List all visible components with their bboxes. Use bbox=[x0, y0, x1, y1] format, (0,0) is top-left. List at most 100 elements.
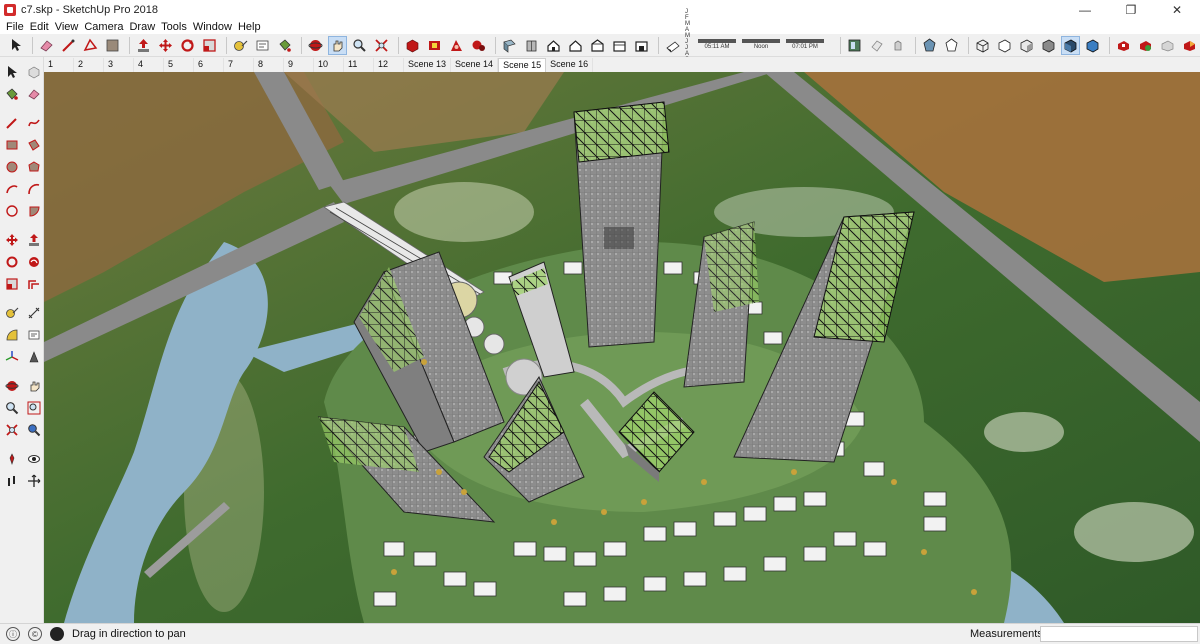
scene-tab-10[interactable]: 10 bbox=[314, 58, 344, 72]
layout-icon[interactable] bbox=[447, 36, 466, 55]
zoom-extents-icon[interactable] bbox=[372, 36, 391, 55]
plugin-red-icon[interactable] bbox=[1114, 36, 1133, 55]
scene-tab-7[interactable]: 7 bbox=[224, 58, 254, 72]
eraser-icon[interactable] bbox=[37, 36, 56, 55]
three-point-arc-icon[interactable] bbox=[2, 202, 22, 220]
model-viewport[interactable] bbox=[44, 72, 1200, 623]
scene-tab-5[interactable]: 5 bbox=[164, 58, 194, 72]
zoom-window-icon[interactable] bbox=[24, 399, 44, 417]
iso-view-icon[interactable] bbox=[522, 36, 541, 55]
x-ray-icon[interactable] bbox=[920, 36, 939, 55]
scene-tab-6[interactable]: 6 bbox=[194, 58, 224, 72]
time-slider-end[interactable] bbox=[786, 39, 824, 43]
select-icon[interactable] bbox=[2, 63, 22, 81]
scene-tab-14[interactable]: Scene 14 bbox=[451, 58, 499, 72]
offset-icon[interactable] bbox=[24, 275, 44, 293]
position-camera-icon[interactable] bbox=[2, 450, 22, 468]
axes-icon[interactable] bbox=[2, 348, 22, 366]
scale-icon[interactable] bbox=[200, 36, 219, 55]
orbit-icon[interactable] bbox=[306, 36, 325, 55]
scene-tab-16[interactable]: Scene 16 bbox=[546, 58, 594, 72]
menu-draw[interactable]: Draw bbox=[126, 21, 158, 33]
close-button[interactable]: ✕ bbox=[1154, 0, 1200, 19]
scene-tab-9[interactable]: 9 bbox=[284, 58, 314, 72]
scene-tab-4[interactable]: 4 bbox=[134, 58, 164, 72]
select-icon[interactable] bbox=[6, 36, 25, 55]
menu-camera[interactable]: Camera bbox=[81, 21, 126, 33]
line-icon[interactable] bbox=[2, 114, 22, 132]
orbit-icon[interactable] bbox=[2, 377, 22, 395]
scene-tab-2[interactable]: 2 bbox=[74, 58, 104, 72]
two-point-arc-icon[interactable] bbox=[24, 180, 44, 198]
hidden-line-icon[interactable] bbox=[995, 36, 1014, 55]
scene-tab-13[interactable]: Scene 13 bbox=[404, 58, 452, 72]
freehand-icon[interactable] bbox=[24, 114, 44, 132]
arc-icon[interactable] bbox=[2, 180, 22, 198]
group-icon[interactable] bbox=[889, 36, 908, 55]
pan-icon[interactable] bbox=[328, 35, 347, 55]
polygon-icon[interactable] bbox=[24, 158, 44, 176]
menu-help[interactable]: Help bbox=[235, 21, 264, 33]
shapes-icon[interactable] bbox=[81, 36, 100, 55]
section-plane-icon[interactable] bbox=[500, 36, 519, 55]
scale-icon[interactable] bbox=[2, 275, 22, 293]
line-icon[interactable] bbox=[59, 36, 78, 55]
menu-view[interactable]: View bbox=[52, 21, 82, 33]
push-pull-icon[interactable] bbox=[134, 36, 153, 55]
menu-window[interactable]: Window bbox=[190, 21, 235, 33]
component-icon[interactable] bbox=[867, 36, 886, 55]
measurements-input[interactable] bbox=[1040, 626, 1198, 642]
push-pull-icon[interactable] bbox=[24, 231, 44, 249]
look-around-icon[interactable] bbox=[24, 450, 44, 468]
section-plane-icon[interactable] bbox=[24, 472, 44, 490]
geo-location-icon[interactable]: © bbox=[28, 627, 42, 641]
user-account-icon[interactable] bbox=[50, 627, 64, 641]
front-view-icon[interactable] bbox=[566, 36, 585, 55]
top-view-icon[interactable] bbox=[544, 36, 563, 55]
extension-manager-icon[interactable] bbox=[469, 36, 488, 55]
menu-edit[interactable]: Edit bbox=[27, 21, 52, 33]
scene-tab-12[interactable]: 12 bbox=[374, 58, 404, 72]
plugin-gray-icon[interactable] bbox=[1158, 36, 1177, 55]
wireframe-icon[interactable] bbox=[973, 36, 992, 55]
move-icon[interactable] bbox=[2, 231, 22, 249]
shadows-icon[interactable] bbox=[663, 36, 682, 55]
paint-bucket-icon[interactable] bbox=[275, 36, 294, 55]
paint-bucket-icon[interactable] bbox=[2, 85, 22, 103]
paint-icon[interactable] bbox=[103, 36, 122, 55]
follow-me-icon[interactable] bbox=[24, 253, 44, 271]
info-icon[interactable]: ⓘ bbox=[6, 627, 20, 641]
walk-icon[interactable] bbox=[2, 472, 22, 490]
plugin-green-icon[interactable] bbox=[1136, 36, 1155, 55]
move-icon[interactable] bbox=[156, 36, 175, 55]
menu-file[interactable]: File bbox=[3, 21, 27, 33]
tape-measure-icon[interactable] bbox=[231, 36, 250, 55]
previous-view-icon[interactable] bbox=[24, 421, 44, 439]
shaded-icon[interactable] bbox=[1017, 36, 1036, 55]
make-component-icon[interactable] bbox=[24, 63, 44, 81]
time-slider-noon[interactable] bbox=[742, 39, 780, 43]
zoom-icon[interactable] bbox=[2, 399, 22, 417]
scene-tab-1[interactable]: 1 bbox=[44, 58, 74, 72]
3d-warehouse-icon[interactable] bbox=[403, 36, 422, 55]
monochrome-icon[interactable] bbox=[1083, 36, 1102, 55]
eraser-icon[interactable] bbox=[24, 85, 44, 103]
menu-tools[interactable]: Tools bbox=[158, 21, 190, 33]
rectangle-icon[interactable] bbox=[2, 136, 22, 154]
minimize-button[interactable]: — bbox=[1062, 0, 1108, 19]
zoom-icon[interactable] bbox=[350, 36, 369, 55]
left-view-icon[interactable] bbox=[632, 36, 651, 55]
rotated-rectangle-icon[interactable] bbox=[24, 136, 44, 154]
maximize-button[interactable]: ❐ bbox=[1108, 0, 1154, 19]
extension-warehouse-icon[interactable] bbox=[425, 36, 444, 55]
right-view-icon[interactable] bbox=[588, 36, 607, 55]
pie-icon[interactable] bbox=[24, 202, 44, 220]
protractor-icon[interactable] bbox=[2, 326, 22, 344]
text-icon[interactable] bbox=[253, 36, 272, 55]
zoom-extents-icon[interactable] bbox=[2, 421, 22, 439]
back-view-icon[interactable] bbox=[610, 36, 629, 55]
tape-measure-icon[interactable] bbox=[2, 304, 22, 322]
scene-tab-15[interactable]: Scene 15 bbox=[498, 58, 547, 72]
scene-tab-3[interactable]: 3 bbox=[104, 58, 134, 72]
text-icon[interactable] bbox=[24, 326, 44, 344]
